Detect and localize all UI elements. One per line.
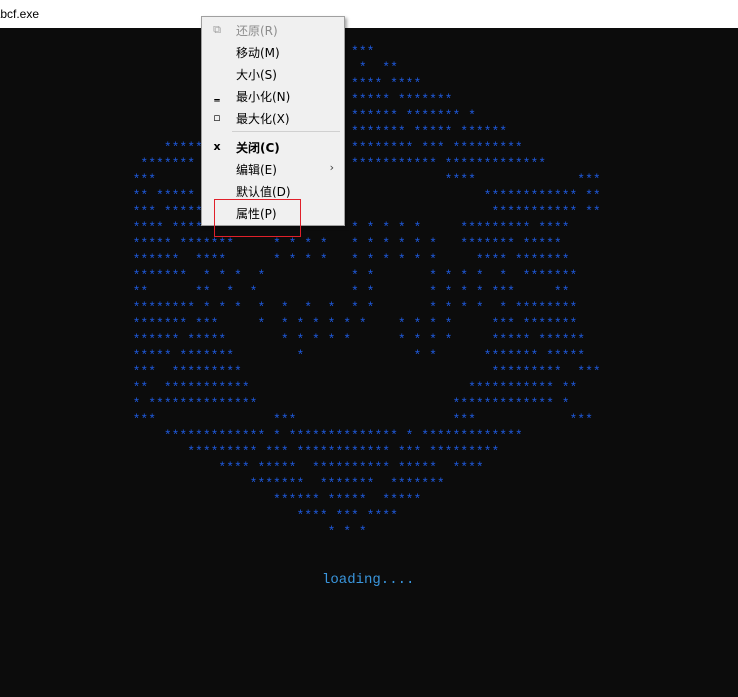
system-context-menu: ⧉ 还原(R) 移动(M) 大小(S) ‗ 最小化(N) ▫ 最大化(X) x … [201, 16, 345, 226]
close-icon: x [213, 140, 221, 153]
ascii-art: *** * ** **** **** ***** ******* ****** … [0, 28, 738, 568]
ascii-art-line: ****** ***** * * * * * * * * * ***** ***… [0, 332, 586, 347]
ascii-art-line: *** ********* ********* *** [0, 364, 601, 379]
ascii-art-line: * ************** ************* * [0, 396, 570, 411]
ascii-art-line: ******* ******* ******* [0, 476, 445, 491]
menu-item-maximize[interactable]: ▫ 最大化(X) [202, 107, 344, 129]
ascii-art-line: **** ***** ********** ***** **** [0, 460, 484, 475]
ascii-art-line: ** ** * * * * * * * * *** ** [0, 284, 570, 299]
maximize-icon: ▫ [213, 111, 221, 124]
ascii-art-line: * * * [0, 524, 367, 539]
minimize-icon: ‗ [214, 89, 220, 102]
menu-item-label: 编辑(E) [236, 163, 277, 177]
menu-item-label: 关闭(C) [236, 141, 280, 155]
ascii-art-line: ****** ***** ***** [0, 492, 422, 507]
menu-item-edit[interactable]: 编辑(E) › [202, 158, 344, 180]
ascii-art-line: ***** ******* * * * * * * * * * * ******… [0, 236, 562, 251]
highlight-annotation-box [214, 199, 301, 237]
menu-item-restore[interactable]: ⧉ 还原(R) [202, 19, 344, 41]
ascii-art-line: ********* *** ************ *** ********* [0, 444, 500, 459]
ascii-art-line: ************* * ************** * *******… [0, 428, 523, 443]
loading-text: loading.... [322, 572, 415, 588]
menu-item-size[interactable]: 大小(S) [202, 63, 344, 85]
ascii-art-line: ******* *** * * * * * * * * * * * *** **… [0, 316, 578, 331]
ascii-art-line: *** *** *** *** [0, 412, 593, 427]
menu-item-label: 最小化(N) [236, 90, 291, 104]
menu-item-move[interactable]: 移动(M) [202, 41, 344, 63]
menu-item-label: 大小(S) [236, 68, 277, 82]
ascii-art-line: ******** * * * * * * * * * * * * * * ***… [0, 300, 578, 315]
ascii-art-line: **** *** **** [0, 508, 398, 523]
menu-separator [232, 131, 340, 132]
ascii-art-line: ****** **** * * * * * * * * * * **** ***… [0, 252, 570, 267]
ascii-art-line: ***** ******* * * * ******* ***** [0, 348, 586, 363]
ascii-art-line: ** *********** *********** ** [0, 380, 578, 395]
title-bar[interactable]: \bcf.exe [0, 0, 738, 28]
menu-item-close[interactable]: x 关闭(C) [202, 136, 344, 158]
menu-item-label: 默认值(D) [236, 185, 291, 199]
ascii-art-line: ******* * * * * * * * * * * * ******* [0, 268, 578, 283]
menu-item-label: 移动(M) [236, 46, 280, 60]
menu-item-label: 最大化(X) [236, 112, 290, 126]
chevron-right-icon: › [329, 161, 334, 174]
window-title: \bcf.exe [0, 7, 40, 21]
menu-item-minimize[interactable]: ‗ 最小化(N) [202, 85, 344, 107]
menu-item-label: 还原(R) [236, 24, 278, 38]
console-area[interactable]: *** * ** **** **** ***** ******* ****** … [0, 28, 738, 697]
restore-icon: ⧉ [213, 23, 221, 36]
